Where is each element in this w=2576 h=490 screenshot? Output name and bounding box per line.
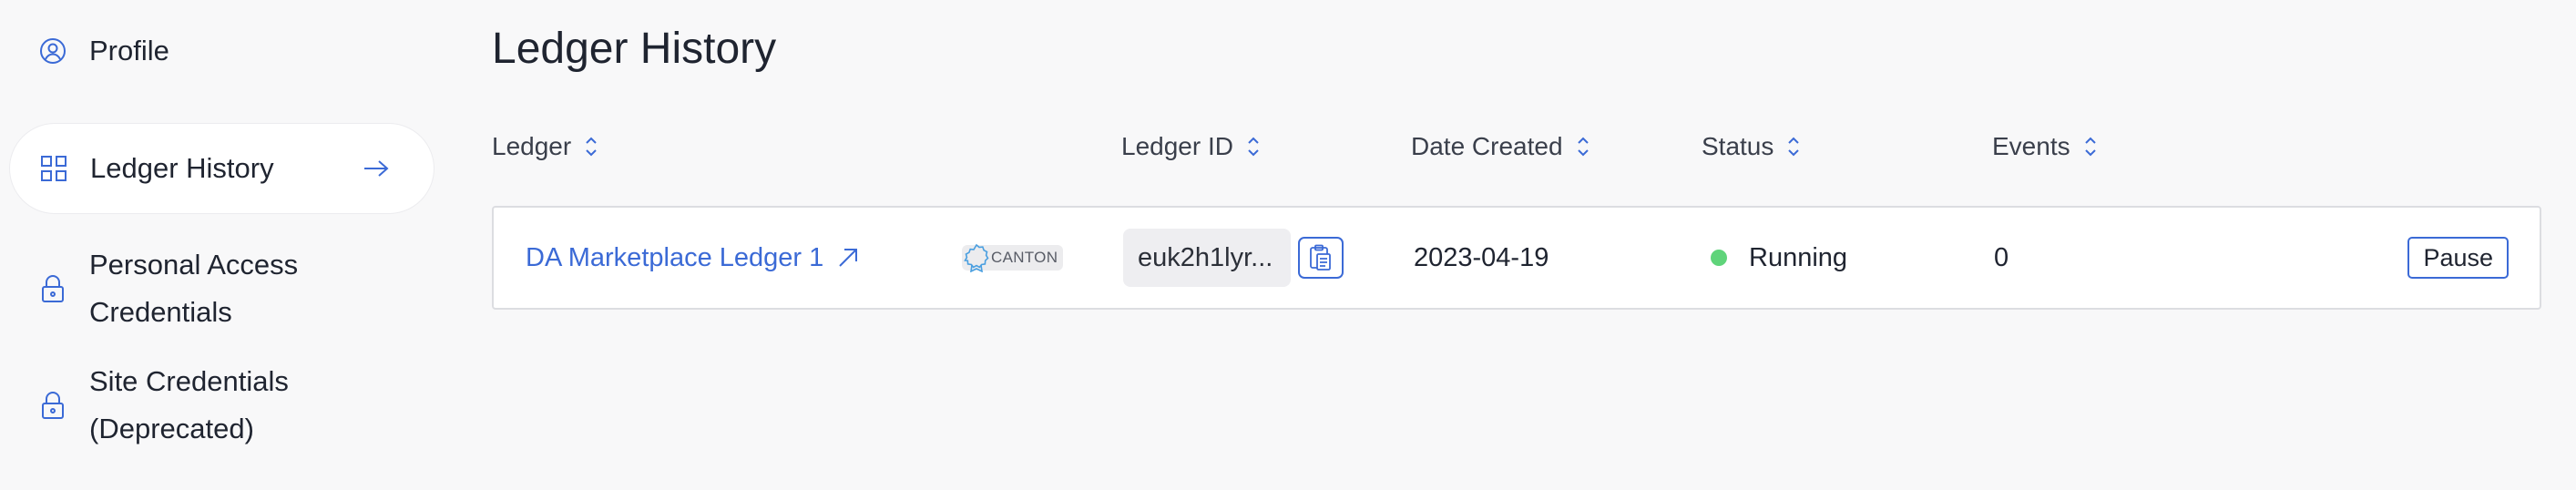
page-title: Ledger History: [492, 25, 777, 73]
column-header-label: Ledger: [492, 132, 572, 160]
sidebar-item-personal-access-credentials[interactable]: Personal Access Credentials: [9, 239, 433, 339]
user-circle-icon: [36, 35, 69, 67]
sort-icon: [1246, 133, 1261, 160]
ledger-name: DA Marketplace Ledger 1: [526, 242, 824, 272]
seal-icon: [964, 243, 989, 272]
sidebar-item-label: Personal Access Credentials: [89, 249, 299, 328]
clipboard-icon: [1309, 244, 1333, 271]
sidebar-item-label: Site Credentials (Deprecated): [89, 365, 289, 444]
column-header-label: Ledger ID: [1121, 132, 1233, 160]
column-header-ledger-id[interactable]: Ledger ID: [1121, 128, 1261, 166]
badge-label: CANTON: [991, 249, 1058, 266]
date-created: 2023-04-19: [1414, 242, 1549, 272]
column-header-status[interactable]: Status: [1702, 128, 1801, 166]
grid-icon: [37, 152, 70, 185]
ledger-id-value: euk2h1lyr...: [1123, 229, 1291, 287]
column-header-label: Date Created: [1411, 132, 1563, 160]
column-header-label: Events: [1992, 132, 2070, 160]
copy-button[interactable]: [1298, 237, 1344, 279]
arrow-right-icon: [361, 153, 392, 184]
canton-badge: CANTON: [962, 243, 1064, 272]
pause-button[interactable]: Pause: [2407, 237, 2509, 279]
events-count: 0: [1994, 242, 2009, 272]
sort-icon: [584, 133, 598, 160]
sort-icon: [1576, 133, 1590, 160]
status-text: Running: [1749, 242, 1848, 272]
sort-icon: [2083, 133, 2098, 160]
ledger-link[interactable]: DA Marketplace Ledger 1: [526, 243, 860, 273]
status-dot: [1711, 250, 1727, 266]
sort-icon: [1786, 133, 1801, 160]
table-row: DA Marketplace Ledger 1 CANTON euk2h1lyr…: [492, 206, 2541, 310]
sidebar-item-ledger-history[interactable]: Ledger History: [9, 123, 434, 214]
sidebar-item-label: Profile: [89, 35, 169, 66]
sidebar-item-label: Ledger History: [90, 152, 274, 184]
column-header-date-created[interactable]: Date Created: [1411, 128, 1590, 166]
lock-icon: [36, 272, 69, 305]
sidebar-item-profile[interactable]: Profile: [9, 27, 433, 75]
column-header-events[interactable]: Events: [1992, 128, 2098, 166]
sidebar-item-site-credentials[interactable]: Site Credentials (Deprecated): [9, 355, 433, 455]
external-link-icon: [836, 246, 860, 270]
column-header-label: Status: [1702, 132, 1774, 160]
lock-icon: [36, 389, 69, 422]
sidebar: Profile Ledger History Personal Access C…: [0, 0, 446, 490]
column-header-ledger[interactable]: Ledger: [492, 128, 598, 166]
